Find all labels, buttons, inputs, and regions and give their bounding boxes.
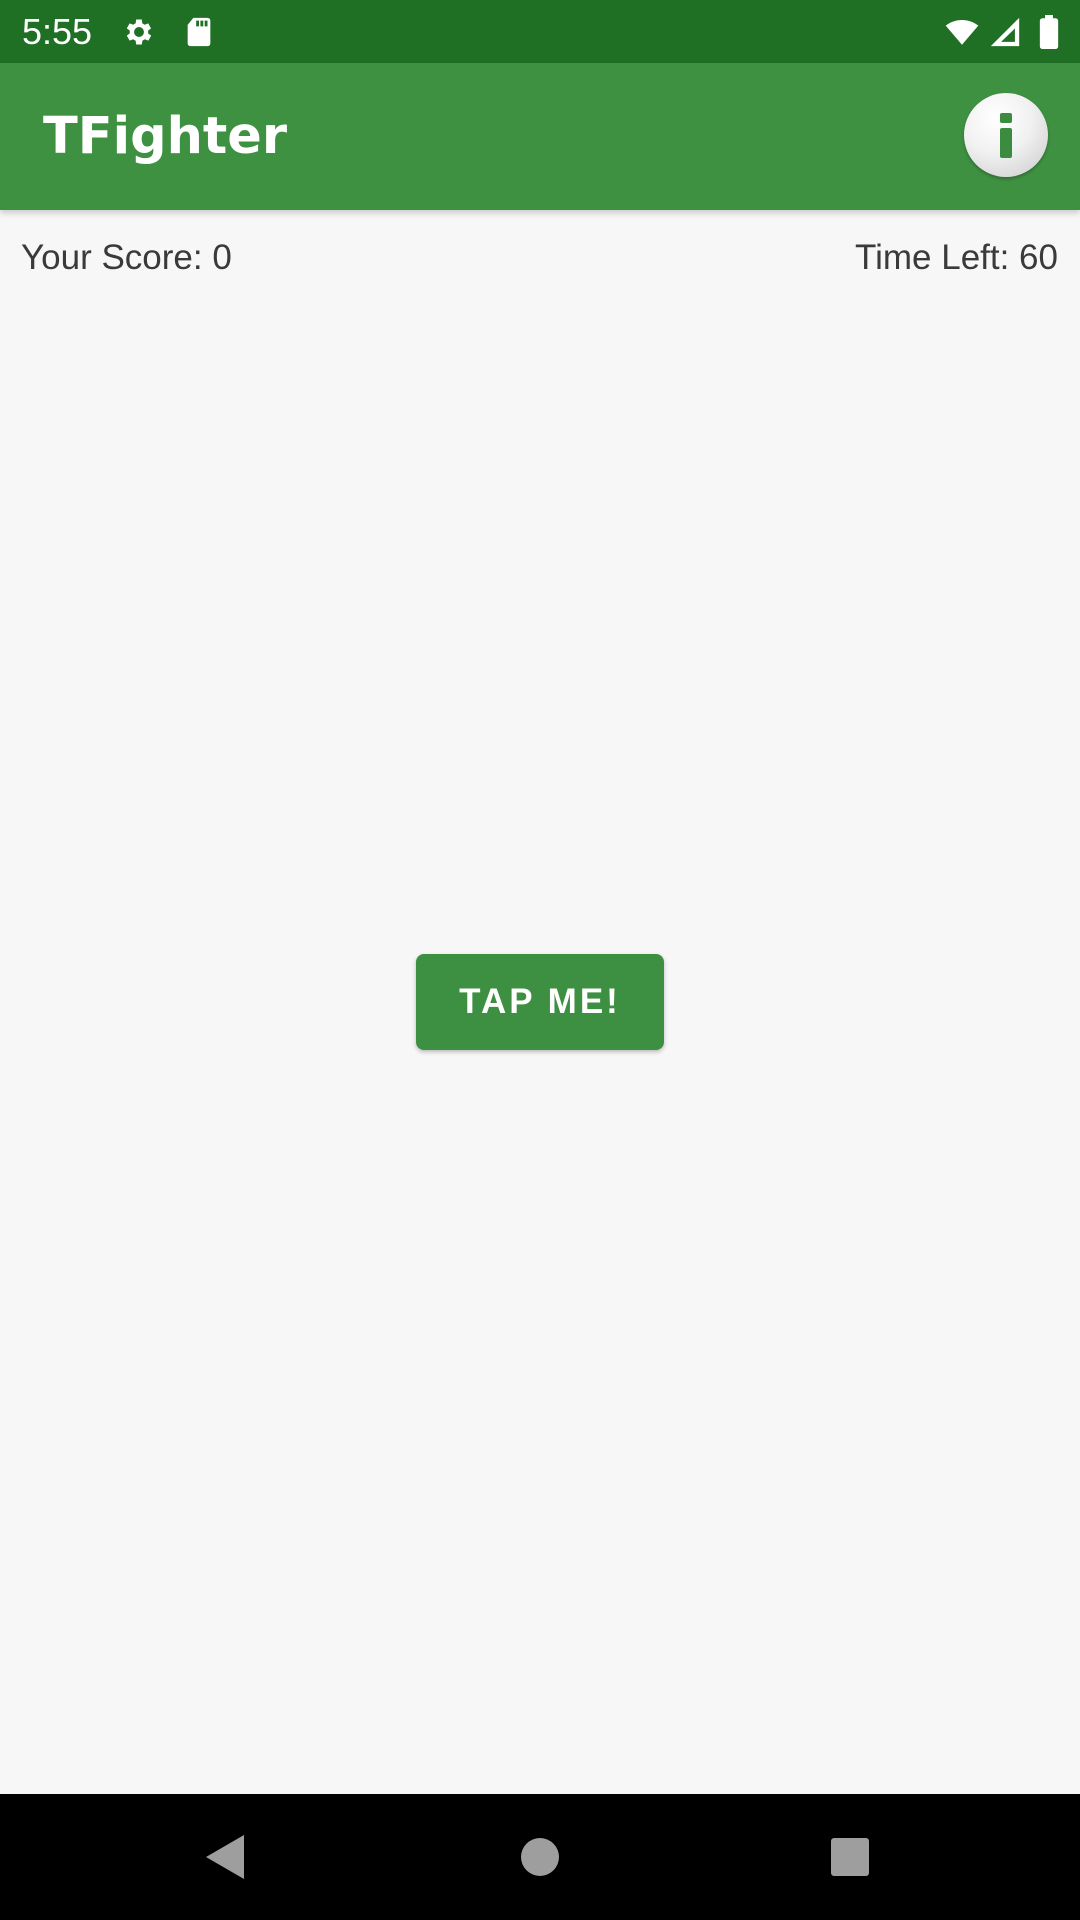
status-bar: 5:55: [0, 0, 1080, 63]
signal-icon: [988, 15, 1022, 49]
back-icon[interactable]: [196, 1825, 260, 1889]
navigation-bar: [0, 1794, 1080, 1920]
time-left-label: Time Left: 60: [855, 238, 1058, 277]
app-bar: TFighter: [0, 63, 1080, 210]
sd-card-icon: [182, 15, 216, 49]
battery-icon: [1036, 15, 1062, 49]
tap-me-button[interactable]: TAP ME!: [416, 954, 664, 1050]
wifi-icon: [942, 15, 982, 49]
recents-icon[interactable]: [818, 1825, 882, 1889]
score-label: Your Score: 0: [21, 238, 232, 277]
info-icon[interactable]: [964, 93, 1048, 177]
app-title: TFighter: [43, 107, 288, 166]
gear-icon: [122, 15, 156, 49]
status-time: 5:55: [22, 11, 93, 52]
home-icon[interactable]: [508, 1825, 572, 1889]
